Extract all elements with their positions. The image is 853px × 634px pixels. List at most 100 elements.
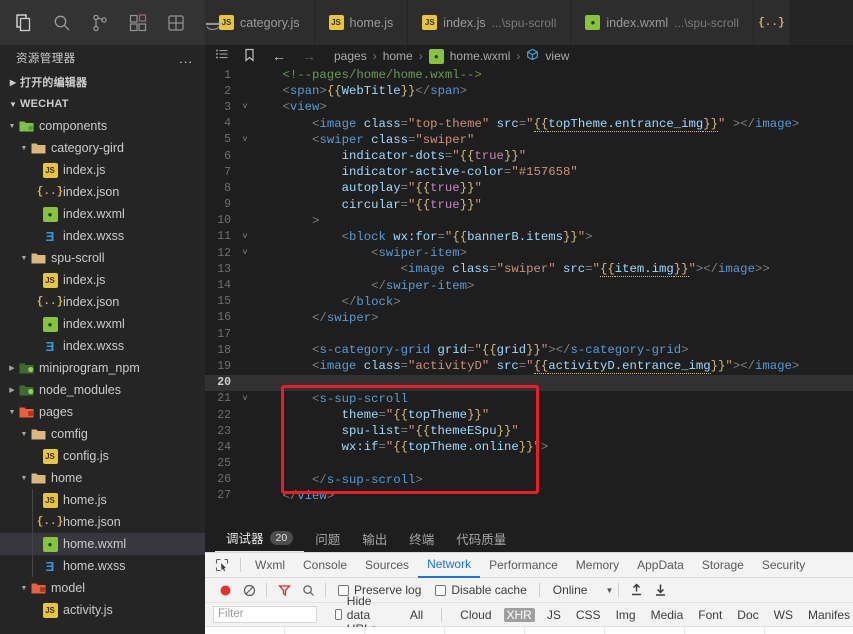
code-line[interactable]: 6 indicator-dots="{{true}}"	[205, 148, 853, 164]
code-line[interactable]: 9 circular="{{true}}"	[205, 197, 853, 213]
resource-filter-ws[interactable]: WS	[771, 608, 796, 622]
fold-chevron-icon[interactable]: ˅	[237, 102, 253, 112]
tree-folder[interactable]: ▼ comfig	[0, 423, 205, 445]
resource-filter-all[interactable]: All	[407, 608, 426, 622]
devtools-tab[interactable]: Security	[753, 553, 814, 578]
outline-icon[interactable]	[215, 48, 229, 65]
code-line[interactable]: 27 </view>	[205, 488, 853, 504]
tree-file[interactable]: ● home.wxml	[0, 533, 205, 555]
throttling-select[interactable]: Online ▼	[553, 583, 614, 597]
code-line[interactable]: 10 >	[205, 213, 853, 229]
devtools-tab[interactable]: Wxml	[246, 553, 294, 578]
editor-tab[interactable]: ● index.wxml ...\spu-scroll	[571, 0, 754, 45]
bookmark-icon[interactable]	[243, 48, 256, 65]
resource-filter-font[interactable]: Font	[695, 608, 725, 622]
tree-file[interactable]: Ǝindex.wxss	[0, 225, 205, 247]
devtools-tab[interactable]: Network	[418, 553, 481, 578]
code-line[interactable]: 13 <image class="swiper" src="{{item.img…	[205, 261, 853, 278]
tree-folder[interactable]: ▼ category-gird	[0, 137, 205, 159]
resource-filter-css[interactable]: CSS	[573, 608, 604, 622]
code-line[interactable]: 25	[205, 456, 853, 472]
resource-filter-xhr[interactable]: XHR	[503, 607, 535, 622]
code-line[interactable]: 21 ˅ <s-sup-scroll	[205, 391, 853, 407]
devtools-tab[interactable]: Memory	[567, 553, 628, 578]
code-line[interactable]: 5 ˅ <swiper class="swiper"	[205, 132, 853, 148]
code-line[interactable]: 24 wx:if="{{topTheme.online}}">	[205, 439, 853, 455]
source-control-icon[interactable]	[90, 12, 110, 34]
devtools-tab[interactable]: Storage	[693, 553, 753, 578]
code-line[interactable]: 7 indicator-active-color="#157658"	[205, 164, 853, 180]
breadcrumb-item-pages[interactable]: pages	[334, 49, 367, 63]
panel-tab[interactable]: 代码质量	[445, 524, 517, 552]
search-icon[interactable]	[296, 580, 320, 600]
tree-file[interactable]: {..} index.json	[0, 181, 205, 203]
code-line[interactable]: 8 autoplay="{{true}}"	[205, 180, 853, 196]
breadcrumb-item-file[interactable]: home.wxml	[450, 49, 511, 63]
code-line[interactable]: 11 ˅ <block wx:for="{{bannerB.items}}">	[205, 229, 853, 245]
nav-forward-button[interactable]: →	[302, 48, 316, 64]
fold-chevron-icon[interactable]: ˅	[237, 248, 253, 258]
section-open-editors[interactable]: ▶ 打开的编辑器	[0, 71, 205, 93]
section-wechat[interactable]: ▼ WECHAT	[0, 93, 205, 115]
clear-button[interactable]	[237, 580, 261, 600]
devtools-tab[interactable]: Performance	[480, 553, 567, 578]
code-line[interactable]: 23 spu-list="{{themeESpu}}"	[205, 423, 853, 439]
layout-icon[interactable]	[166, 12, 186, 34]
code-line[interactable]: 22 theme="{{topTheme}}"	[205, 407, 853, 423]
explorer-icon[interactable]	[14, 12, 34, 34]
panel-tab[interactable]: 问题	[304, 524, 351, 552]
tree-folder[interactable]: ▼ components	[0, 115, 205, 137]
disable-cache-checkbox[interactable]: Disable cache	[435, 583, 527, 597]
extensions-icon[interactable]	[128, 12, 148, 34]
code-line[interactable]: 14 </swiper-item>	[205, 277, 853, 293]
inspect-element-icon[interactable]	[209, 558, 235, 572]
code-line[interactable]: 1 <!--pages/home/home.wxml-->	[205, 67, 853, 83]
code-line[interactable]: 4 <image class="top-theme" src="{{topThe…	[205, 116, 853, 132]
code-line[interactable]: 17	[205, 326, 853, 342]
panel-tab[interactable]: 调试器 20	[215, 524, 305, 552]
export-har-button[interactable]	[648, 580, 672, 600]
code-line[interactable]: 18 <s-category-grid grid="{{grid}}"></s-…	[205, 342, 853, 358]
devtools-tab[interactable]: Console	[294, 553, 356, 578]
devtools-tab[interactable]: Sources	[356, 553, 418, 578]
editor-tab[interactable]: {..}	[753, 0, 790, 45]
code-line[interactable]: 3 ˅ <view>	[205, 99, 853, 115]
editor-tab[interactable]: JS index.js ...\spu-scroll	[408, 0, 572, 45]
panel-tab[interactable]: 终端	[398, 524, 445, 552]
resource-filter-cloud[interactable]: Cloud	[457, 608, 494, 622]
tree-file[interactable]: JS index.js	[0, 159, 205, 181]
resource-filter-manifes[interactable]: Manifes	[805, 608, 853, 622]
devtools-tab[interactable]: AppData	[628, 553, 693, 578]
tree-file[interactable]: ● index.wxml	[0, 203, 205, 225]
panel-tab[interactable]: 输出	[351, 524, 398, 552]
code-line[interactable]: 20	[205, 374, 853, 391]
code-line[interactable]: 16 </swiper>	[205, 310, 853, 326]
code-line[interactable]: 12 ˅ <swiper-item>	[205, 245, 853, 261]
tree-file[interactable]: JS index.js	[0, 269, 205, 291]
tree-folder[interactable]: ▶ miniprogram_npm	[0, 357, 205, 379]
tree-file[interactable]: {..} home.json	[0, 511, 205, 533]
fold-chevron-icon[interactable]: ˅	[237, 135, 253, 145]
filter-input[interactable]: Filter	[213, 606, 317, 623]
tree-folder[interactable]: ▼ home	[0, 467, 205, 489]
search-icon[interactable]	[52, 12, 72, 34]
tree-file[interactable]: JS activity.js	[0, 599, 205, 621]
tree-file[interactable]: Ǝindex.wxss	[0, 335, 205, 357]
explorer-more-icon[interactable]: ...	[179, 51, 193, 66]
resource-filter-img[interactable]: Img	[613, 608, 639, 622]
nav-back-button[interactable]: ←	[272, 48, 286, 64]
record-button[interactable]	[213, 580, 237, 600]
tree-folder[interactable]: ▼ spu-scroll	[0, 247, 205, 269]
import-har-button[interactable]	[624, 580, 648, 600]
tree-folder[interactable]: ▼ pages	[0, 401, 205, 423]
code-line[interactable]: 26 </s-sup-scroll>	[205, 472, 853, 488]
code-line[interactable]: 2 <span>{{WebTitle}}</span>	[205, 83, 853, 99]
code-line[interactable]: 15 </block>	[205, 294, 853, 310]
breadcrumb-item-view[interactable]: view	[545, 49, 569, 63]
tree-folder[interactable]: ▼ model	[0, 577, 205, 599]
tree-file[interactable]: JS config.js	[0, 445, 205, 467]
fold-chevron-icon[interactable]: ˅	[237, 232, 253, 242]
tree-file[interactable]: ● index.wxml	[0, 313, 205, 335]
filter-icon[interactable]	[272, 580, 296, 600]
tree-file[interactable]: JS home.js	[0, 489, 205, 511]
